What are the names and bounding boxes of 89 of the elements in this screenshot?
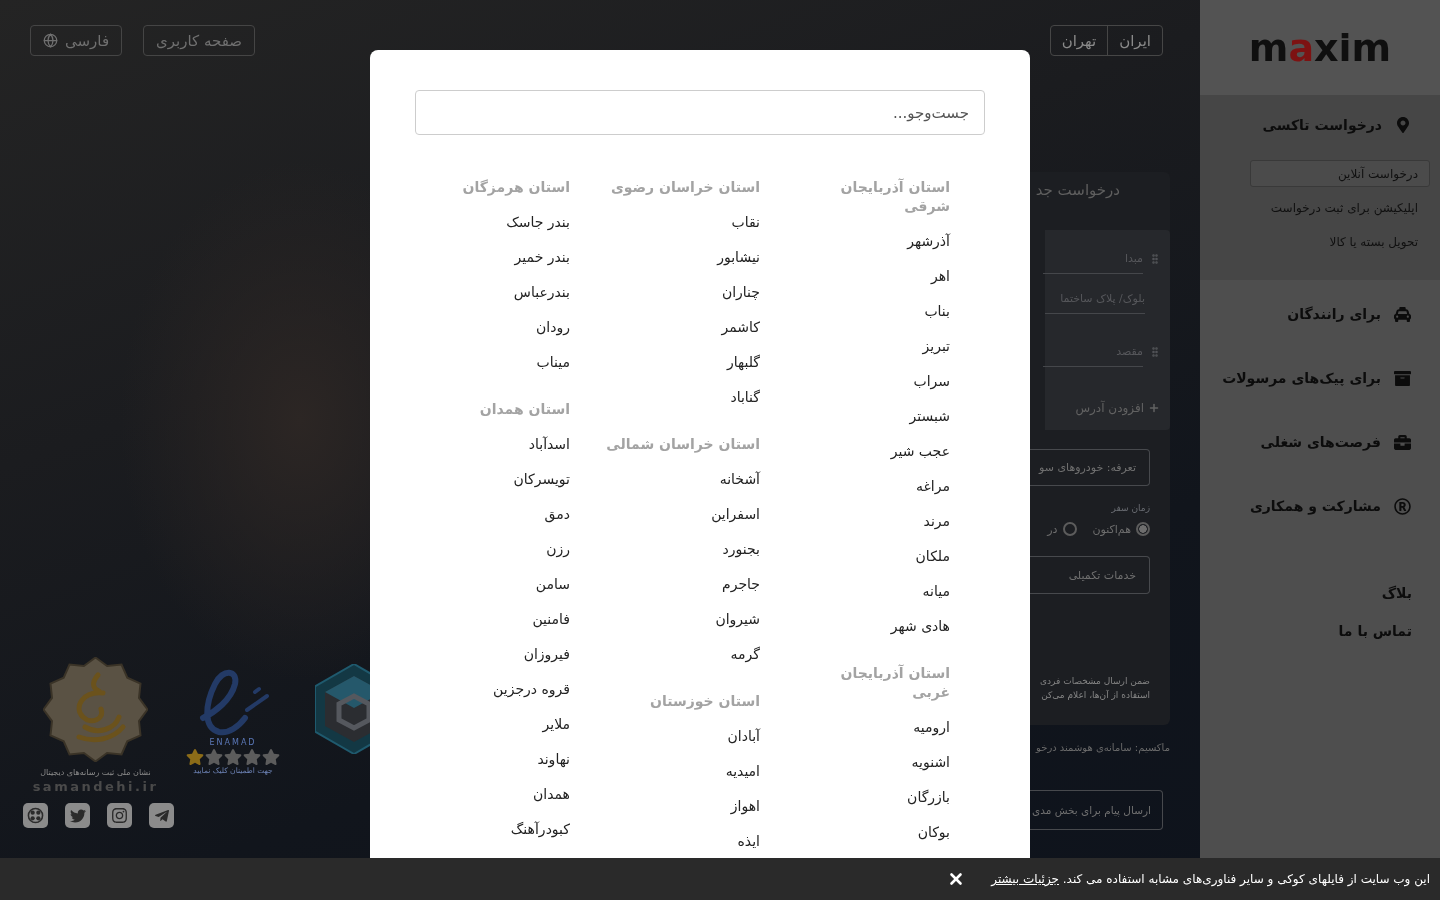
city-item[interactable]: ارومیه	[913, 717, 950, 737]
seal-caption: نشان ملی ثبت رسانه‌های دیجیتال	[40, 767, 151, 779]
city-item[interactable]: فامنین	[532, 609, 570, 629]
card-title: درخواست جد	[1035, 180, 1121, 200]
star-icon	[224, 748, 242, 766]
city-item[interactable]: بازرگان	[907, 787, 950, 807]
star-icon	[205, 748, 223, 766]
city-item[interactable]: مراغه	[916, 476, 950, 496]
city-item[interactable]: نهاوند	[537, 749, 570, 769]
city-item[interactable]: میانه	[922, 581, 950, 601]
city-item[interactable]: عجب شیر	[890, 441, 950, 461]
plus-icon	[1148, 402, 1160, 414]
drag-handle-icon[interactable]	[1149, 346, 1161, 358]
cookie-notice: این وب سایت از فایلهای کوکی و سایر فناوری‌های مشابه استفاده می کند. جزئیات بیشتر	[991, 871, 1430, 888]
city-item[interactable]: قروه درجزین	[493, 679, 570, 699]
city-item[interactable]: رزن	[546, 539, 570, 559]
city-item[interactable]: نیشابور	[717, 247, 760, 267]
city-item[interactable]: شیروان	[715, 609, 760, 629]
city-item[interactable]: بندر خمیر	[514, 247, 570, 267]
rosette-seal-logo[interactable]	[43, 657, 148, 762]
map-pin-icon	[1395, 117, 1411, 133]
city-item[interactable]: فیروزان	[523, 644, 570, 664]
city-item[interactable]: شبستر	[909, 406, 950, 426]
city-item[interactable]: گناباد	[730, 387, 760, 407]
city-item[interactable]: آبادان	[727, 726, 760, 746]
city-item[interactable]: آذرشهر	[907, 231, 950, 251]
location-segment[interactable]: تهران	[1050, 26, 1109, 55]
location-segment[interactable]: ایران	[1108, 26, 1162, 55]
city-item[interactable]: مرند	[923, 511, 950, 531]
rating-caption: ENAMAD	[209, 738, 257, 748]
search-field[interactable]: جست‌وجو...	[415, 90, 985, 135]
city-item[interactable]: ایذه	[737, 831, 760, 851]
privacy-notice-line: ضمن ارسال مشخصات فردی	[1040, 675, 1150, 688]
city-item[interactable]: گلبهار	[727, 352, 760, 372]
city-item[interactable]: سراب	[913, 371, 950, 391]
drag-handle-icon[interactable]	[1149, 253, 1161, 265]
city-item[interactable]: بندرعباس	[513, 282, 570, 302]
city-item[interactable]: جاجرم	[722, 574, 760, 594]
bird-icon[interactable]	[65, 803, 90, 828]
star-icon	[262, 748, 280, 766]
privacy-notice-line: استفاده از آن‌ها، اعلام می‌کن	[1041, 689, 1150, 702]
province-heading: استان خوزستان	[650, 692, 760, 711]
city-item[interactable]: رودان	[536, 317, 570, 337]
radio-indicator[interactable]	[1062, 522, 1077, 536]
city-item[interactable]: نقاب	[731, 212, 760, 232]
city-item[interactable]: اسفراین	[711, 504, 760, 524]
radio-indicator[interactable]	[1136, 522, 1150, 536]
city-item[interactable]: ملایر	[542, 714, 570, 734]
tagline-text: ماکسیم: سامانه‌ی هوشمند درخو	[1036, 741, 1170, 755]
city-item[interactable]: تبریز	[922, 336, 950, 356]
city-item[interactable]: سامن	[535, 574, 570, 594]
city-item[interactable]: همدان	[533, 784, 570, 804]
archive-box-icon	[1394, 369, 1411, 387]
city-item[interactable]: میناب	[536, 352, 570, 372]
star-icon	[186, 748, 204, 766]
city-item[interactable]: آشخانه	[719, 469, 760, 489]
details-link[interactable]: جزئیات بیشتر	[991, 872, 1059, 886]
reel-icon[interactable]	[23, 803, 48, 828]
city-item[interactable]: تویسرکان	[513, 469, 570, 489]
city-item[interactable]: ملکان	[915, 546, 950, 566]
city-item[interactable]: گرمه	[730, 644, 760, 664]
city-item[interactable]: اشنویه	[911, 752, 950, 772]
star-icon	[243, 748, 261, 766]
paper-plane-icon[interactable]	[149, 803, 174, 828]
city-item[interactable]: دمق	[544, 504, 570, 524]
province-heading: استان خراسان رضوی	[611, 178, 760, 197]
time-label: زمان سفر	[1111, 502, 1150, 514]
province-heading: استان همدان	[479, 400, 570, 419]
city-item[interactable]: بوکان	[917, 822, 950, 842]
province-heading: استان خراسان شمالی	[606, 435, 760, 454]
city-item[interactable]: بندر جاسک	[506, 212, 570, 232]
city-item[interactable]: امیدیه	[725, 761, 760, 781]
camera-icon[interactable]	[107, 803, 132, 828]
briefcase-icon	[1394, 433, 1411, 451]
city-item[interactable]: اسدآباد	[528, 434, 570, 454]
province-heading: استان آذربایجان غربی	[839, 664, 950, 702]
city-item[interactable]: کبودرآهنگ	[510, 819, 570, 839]
city-item[interactable]: کاشمر	[721, 317, 760, 337]
registered-mark-icon	[1394, 497, 1411, 515]
city-item[interactable]: بجنورد	[722, 539, 760, 559]
city-item[interactable]: هادی شهر	[890, 616, 950, 636]
city-item[interactable]: چناران	[721, 282, 760, 302]
province-heading: استان هرمزگان	[462, 178, 570, 197]
city-item[interactable]: اهواز	[730, 796, 760, 816]
city-item[interactable]: بناب	[924, 301, 950, 321]
globe-icon	[43, 33, 58, 48]
taxi-icon	[1394, 305, 1411, 323]
city-item[interactable]: اهر	[931, 266, 950, 286]
province-heading: استان آذربایجان شرقی	[839, 178, 950, 216]
